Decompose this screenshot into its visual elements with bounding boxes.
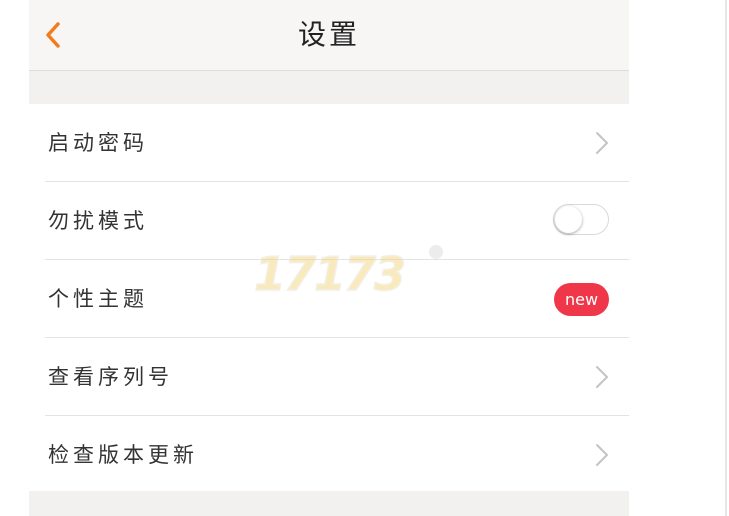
settings-row-view-serial-number[interactable]: 查看序列号 (45, 338, 629, 416)
page-title: 设置 (297, 18, 360, 51)
chevron-right-icon (596, 444, 608, 466)
window-edge (725, 0, 727, 516)
section-gap (29, 71, 629, 104)
settings-row-startup-password[interactable]: 启动密码 (45, 104, 629, 182)
settings-row-label: 检查版本更新 (48, 443, 198, 467)
settings-row-label: 勿扰模式 (48, 209, 148, 233)
chevron-right-icon (596, 132, 608, 154)
new-badge: new (554, 283, 609, 316)
toggle-knob (555, 206, 582, 233)
settings-list: 启动密码 勿扰模式 个性主题 new 查看序列号 检查版本更新 (29, 104, 629, 491)
settings-row-label: 查看序列号 (48, 365, 173, 389)
do-not-disturb-toggle[interactable] (553, 204, 609, 235)
navigation-bar: 设置 (29, 0, 629, 71)
chevron-right-icon (596, 366, 608, 388)
settings-row-do-not-disturb[interactable]: 勿扰模式 (45, 182, 629, 260)
settings-screen: 设置 启动密码 勿扰模式 个性主题 new 查看序列号 检查版本更新 (29, 0, 629, 516)
settings-row-label: 启动密码 (48, 131, 148, 155)
settings-row-personal-theme[interactable]: 个性主题 new (45, 260, 629, 338)
settings-row-label: 个性主题 (48, 287, 148, 311)
bottom-section-gap (29, 491, 629, 516)
settings-row-check-update[interactable]: 检查版本更新 (45, 416, 629, 493)
screenshot-stage: 设置 启动密码 勿扰模式 个性主题 new 查看序列号 检查版本更新 17173 (0, 0, 729, 516)
